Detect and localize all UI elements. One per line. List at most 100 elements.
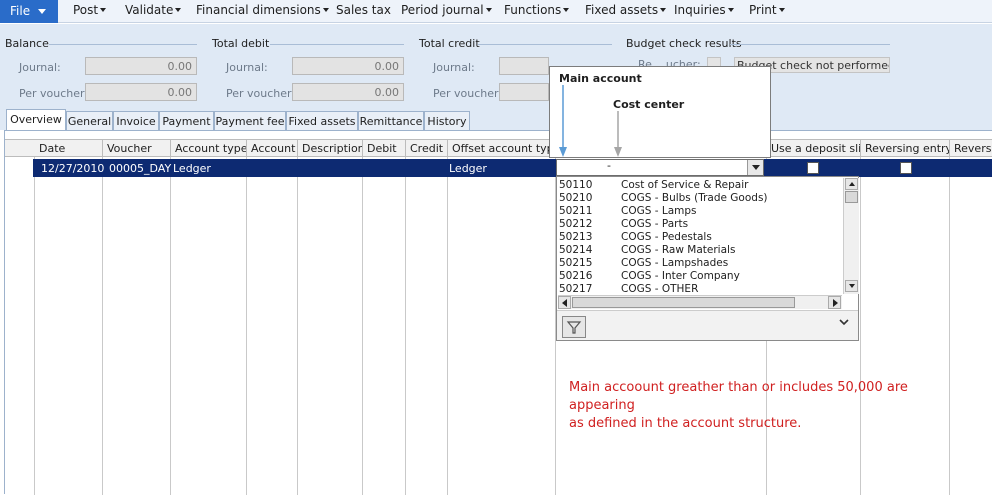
account-lookup-panel: 50110 Cost of Service & Repair 50210 COGS … xyxy=(556,176,859,341)
menu-fixed-assets-label: Fixed assets xyxy=(585,3,659,17)
chevron-down-icon xyxy=(175,7,182,12)
account-segment-input[interactable]: - xyxy=(556,159,764,176)
tab-payment[interactable]: Payment xyxy=(159,111,214,130)
menu-post[interactable]: Post xyxy=(73,3,107,17)
tab-remittance[interactable]: Remittance xyxy=(358,111,424,130)
account-code: 50213 xyxy=(559,231,593,243)
account-code: 50211 xyxy=(559,205,593,217)
col-offset-account-type[interactable]: Offset account type xyxy=(448,140,556,157)
deposit-slip-checkbox[interactable] xyxy=(807,162,819,174)
col-account[interactable]: Account xyxy=(247,140,298,157)
balance-journal-label: Journal: xyxy=(19,61,61,74)
reversing-entry-checkbox[interactable] xyxy=(900,162,912,174)
scroll-left-icon xyxy=(562,299,567,307)
vertical-scrollbar[interactable] xyxy=(843,178,859,294)
menu-sales-tax[interactable]: Sales tax xyxy=(336,3,391,17)
scroll-right-button[interactable] xyxy=(828,296,841,309)
col-use-deposit-slip[interactable]: Use a deposit slip xyxy=(767,140,861,157)
account-code: 50215 xyxy=(559,257,593,269)
row-voucher[interactable]: 00005_DAY xyxy=(109,162,171,175)
menu-period-journal[interactable]: Period journal xyxy=(401,3,492,17)
grid-divider xyxy=(447,157,448,495)
tab-overview[interactable]: Overview xyxy=(6,109,66,131)
grid-divider xyxy=(860,157,861,495)
row-date[interactable]: 12/27/2010 xyxy=(41,162,104,175)
grid-divider xyxy=(405,157,406,495)
menu-print[interactable]: Print xyxy=(749,3,785,17)
chevron-down-icon xyxy=(485,7,492,12)
menu-fixed-assets[interactable]: Fixed assets xyxy=(585,3,667,17)
account-name: COGS - Parts xyxy=(621,218,689,230)
menu-print-label: Print xyxy=(749,3,777,17)
menu-post-label: Post xyxy=(73,3,99,17)
filter-icon xyxy=(566,321,582,334)
filter-button[interactable] xyxy=(562,316,586,338)
tab-invoice[interactable]: Invoice xyxy=(113,111,159,130)
row-account-type[interactable]: Ledger xyxy=(173,162,211,175)
menu-period-journal-label: Period journal xyxy=(401,3,484,17)
lookup-dropdown-button[interactable] xyxy=(747,160,763,175)
scroll-up-button[interactable] xyxy=(845,178,858,190)
total-credit-title: Total credit xyxy=(419,37,480,50)
menu-inquiries[interactable]: Inquiries xyxy=(674,3,734,17)
divider xyxy=(49,44,197,45)
chevron-down-icon xyxy=(38,9,46,14)
divider xyxy=(270,44,404,45)
menu-sales-tax-label: Sales tax xyxy=(336,3,391,17)
debit-journal-label: Journal: xyxy=(226,61,268,74)
account-code: 50216 xyxy=(559,270,593,282)
menu-validate-label: Validate xyxy=(125,3,174,17)
account-name: COGS - OTHER xyxy=(621,283,699,295)
account-code: 50212 xyxy=(559,218,593,230)
col-description[interactable]: Description xyxy=(298,140,363,157)
account-name: Cost of Service & Repair xyxy=(621,179,749,191)
chevron-down-icon xyxy=(322,7,329,12)
col-voucher[interactable]: Voucher xyxy=(103,140,171,157)
menu-bar: File Post Validate Financial dimensions … xyxy=(0,0,992,23)
col-debit[interactable]: Debit xyxy=(363,140,406,157)
col-reversing-date[interactable]: Reversi xyxy=(950,140,992,157)
scroll-right-icon xyxy=(833,299,838,307)
tab-fixed-assets[interactable]: Fixed assets xyxy=(286,111,358,130)
annotation-line-1: Main accoount greather than or includes … xyxy=(569,380,908,413)
grid-header: Date Voucher Account type Account Descri… xyxy=(5,139,992,157)
scroll-left-button[interactable] xyxy=(558,296,571,309)
menu-functions[interactable]: Functions xyxy=(504,3,570,17)
segment-callout: Main account Cost center xyxy=(549,66,771,158)
menu-validate[interactable]: Validate xyxy=(125,3,182,17)
account-lookup-list: 50110 Cost of Service & Repair 50210 COGS … xyxy=(557,177,842,295)
chevron-down-icon xyxy=(727,7,734,12)
file-menu-button[interactable]: File xyxy=(0,0,58,23)
col-account-type[interactable]: Account type xyxy=(171,140,247,157)
credit-journal-label: Journal: xyxy=(433,61,475,74)
menu-financial-dimensions[interactable]: Financial dimensions xyxy=(196,3,329,17)
grid-divider xyxy=(102,157,103,495)
account-name: COGS - Pedestals xyxy=(621,231,712,243)
cost-center-segment-label: Cost center xyxy=(613,98,685,111)
grid-divider xyxy=(362,157,363,495)
col-credit[interactable]: Credit xyxy=(406,140,448,157)
row-offset-account-type[interactable]: Ledger xyxy=(449,162,487,175)
scroll-down-button[interactable] xyxy=(845,280,858,292)
tab-payment-fee[interactable]: Payment fee xyxy=(214,111,286,130)
credit-voucher-field xyxy=(499,83,549,101)
expand-chevron-icon[interactable] xyxy=(838,317,850,329)
grid-divider xyxy=(949,157,950,495)
scroll-thumb[interactable] xyxy=(845,191,858,203)
total-debit-title: Total debit xyxy=(212,37,270,50)
divider xyxy=(478,44,612,45)
divider xyxy=(730,44,890,45)
grid-divider xyxy=(34,157,35,495)
col-reversing-entry[interactable]: Reversing entry xyxy=(861,140,950,157)
account-code: 50110 xyxy=(559,179,593,191)
horizontal-scrollbar[interactable] xyxy=(558,295,842,309)
account-input-value: - xyxy=(607,159,611,172)
col-date[interactable]: Date xyxy=(35,140,103,157)
scroll-thumb[interactable] xyxy=(572,297,795,308)
chevron-down-icon xyxy=(778,7,785,12)
tab-history[interactable]: History xyxy=(424,111,470,130)
tab-general[interactable]: General xyxy=(66,111,113,130)
credit-journal-field xyxy=(499,57,549,75)
grid-divider xyxy=(170,157,171,495)
main-account-segment-label: Main account xyxy=(559,72,642,85)
